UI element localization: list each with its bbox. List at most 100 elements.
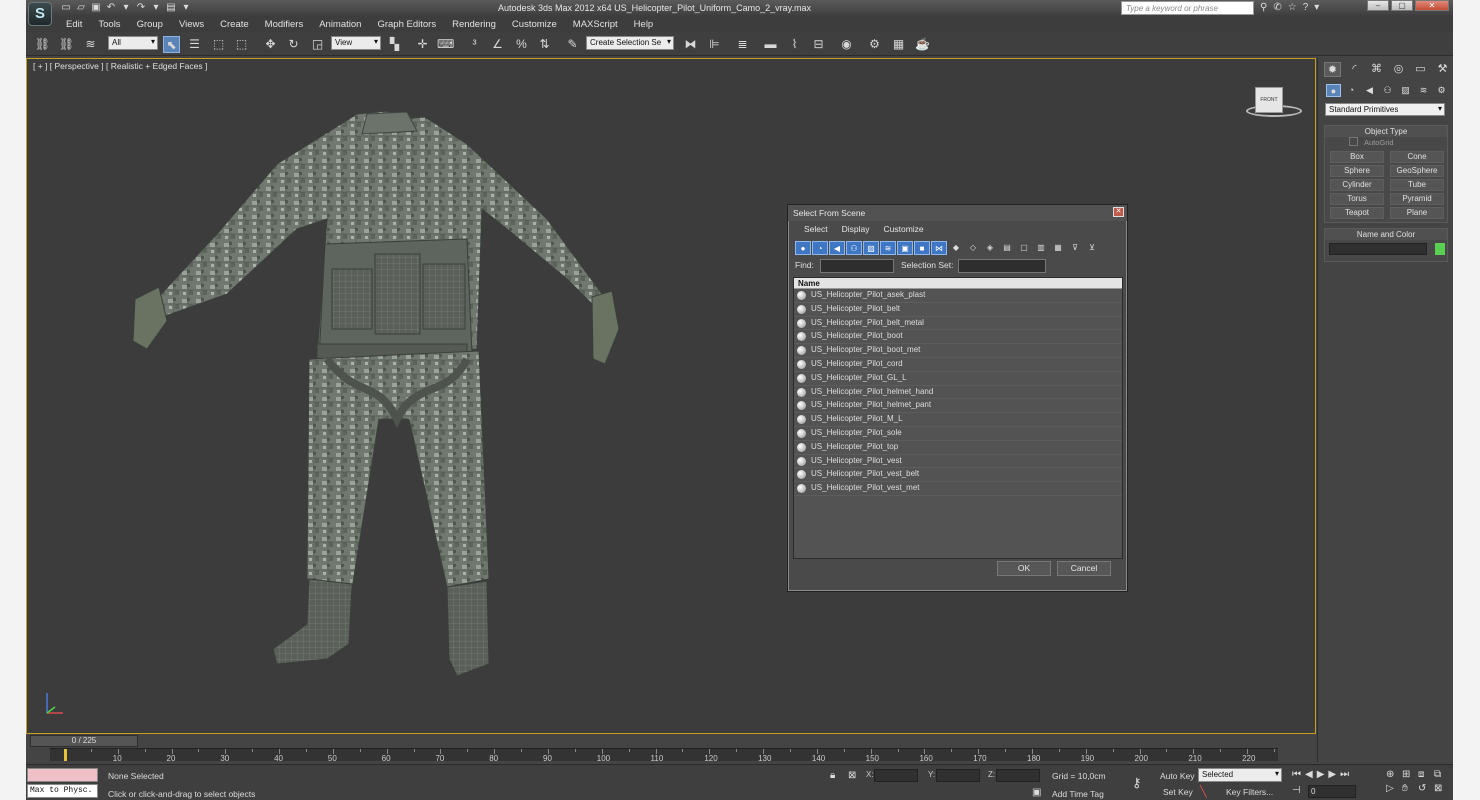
auto-key-button[interactable]: Auto Key — [1160, 771, 1195, 781]
display-space-warps-icon[interactable]: ≋ — [880, 241, 896, 255]
x-coordinate-field[interactable] — [874, 769, 918, 782]
list-item[interactable]: US_Helicopter_Pilot_vest_belt — [794, 468, 1122, 483]
redo-icon[interactable]: ↷ — [135, 2, 147, 14]
previous-frame-icon[interactable]: ◀ — [1305, 769, 1313, 780]
filter-icon[interactable]: ⊽ — [1067, 241, 1083, 255]
list-item[interactable]: US_Helicopter_Pilot_cord — [794, 358, 1122, 372]
create-tab-icon[interactable]: ✹ — [1324, 62, 1341, 77]
track-bar[interactable]: 10 20 30 40 50 60 70 80 90 100 110 120 130 140 150 160 1… — [50, 748, 1278, 763]
cameras-icon[interactable]: ⚇ — [1380, 84, 1395, 97]
current-frame-marker[interactable] — [64, 749, 67, 761]
systems-icon[interactable]: ⚙ — [1434, 84, 1449, 97]
menu-help[interactable]: Help — [634, 17, 654, 32]
menu-modifiers[interactable]: Modifiers — [265, 17, 304, 32]
orbit-icon[interactable]: ↺ — [1418, 783, 1432, 794]
rectangular-selection-icon[interactable]: ⬚ — [210, 36, 227, 53]
field-of-view-icon[interactable]: ▷ — [1386, 783, 1400, 794]
list-item[interactable]: US_Helicopter_Pilot_M_L — [794, 413, 1122, 427]
material-editor-icon[interactable]: ◉ — [838, 36, 855, 53]
time-slider[interactable]: 0 / 225 — [30, 735, 138, 747]
z-coordinate-field[interactable] — [996, 769, 1040, 782]
dialog-close-button[interactable]: ✕ — [1113, 207, 1124, 217]
primitive-category-dropdown[interactable]: Standard Primitives — [1325, 103, 1445, 116]
link-icon[interactable]: ⛓ — [34, 36, 51, 53]
geometry-icon[interactable]: ● — [1326, 84, 1341, 97]
undo-icon[interactable]: ↶ — [105, 2, 117, 14]
zoom-icon[interactable]: ⊕ — [1386, 769, 1400, 780]
rendered-frame-icon[interactable]: ▦ — [890, 36, 907, 53]
set-key-pen-icon[interactable]: ╲ — [1200, 785, 1207, 798]
maximize-button[interactable]: ▢ — [1391, 0, 1413, 11]
selection-set-dropdown[interactable] — [958, 259, 1046, 273]
find-input[interactable] — [820, 259, 894, 273]
display-shapes-icon[interactable]: ◔ — [812, 241, 828, 255]
display-invert-icon[interactable]: ◈ — [982, 241, 998, 255]
motion-tab-icon[interactable]: ◎ — [1390, 62, 1407, 77]
menu-edit[interactable]: Edit — [66, 17, 82, 32]
rotate-icon[interactable]: ↻ — [285, 36, 302, 53]
redo-dropdown-icon[interactable]: ▾ — [150, 2, 162, 14]
find-case-sensitive-icon[interactable]: ⊻ — [1084, 241, 1100, 255]
graphite-ribbon-icon[interactable]: ▬ — [762, 36, 779, 53]
key-filters-button[interactable]: Key Filters... — [1226, 787, 1273, 797]
pan-icon[interactable]: ✋︎ — [1402, 783, 1416, 794]
geosphere-button[interactable]: GeoSphere — [1390, 165, 1444, 177]
menu-customize[interactable]: Customize — [512, 17, 557, 32]
app-logo-icon[interactable]: S — [28, 2, 52, 26]
display-geometry-icon[interactable]: ● — [795, 241, 811, 255]
display-helpers-icon[interactable]: ▨ — [863, 241, 879, 255]
key-icon[interactable]: ⚷ — [1132, 775, 1142, 791]
menu-animation[interactable]: Animation — [319, 17, 361, 32]
next-frame-icon[interactable]: ▶ — [1328, 769, 1336, 780]
zoom-extents-all-icon[interactable]: ⧉ — [1434, 769, 1448, 780]
select-none-icon[interactable]: ▢ — [1016, 241, 1032, 255]
lock-selection-icon[interactable]: 🔒︎ — [830, 770, 835, 781]
window-crossing-icon[interactable]: ⬚ — [233, 36, 250, 53]
list-item[interactable]: US_Helicopter_Pilot_vest — [794, 455, 1122, 469]
display-lights-icon[interactable]: ◀ — [829, 241, 845, 255]
cancel-button[interactable]: Cancel — [1057, 561, 1111, 576]
list-item[interactable]: US_Helicopter_Pilot_helmet_hand — [794, 386, 1122, 400]
menu-views[interactable]: Views — [179, 17, 204, 32]
sphere-button[interactable]: Sphere — [1330, 165, 1384, 177]
menu-rendering[interactable]: Rendering — [452, 17, 496, 32]
sync-selection-icon[interactable]: ▦ — [1050, 241, 1066, 255]
bind-space-warp-icon[interactable]: ≋ — [82, 36, 99, 53]
scale-icon[interactable]: ◲ — [309, 36, 326, 53]
menu-maxscript[interactable]: MAXScript — [573, 17, 618, 32]
list-item[interactable]: US_Helicopter_Pilot_boot_met — [794, 344, 1122, 358]
modify-tab-icon[interactable]: ◜ — [1346, 62, 1363, 77]
schematic-view-icon[interactable]: ⊟ — [810, 36, 827, 53]
set-key-button[interactable]: Set Key — [1163, 787, 1193, 797]
menu-group[interactable]: Group — [137, 17, 163, 32]
autogrid-checkbox[interactable]: AutoGrid — [1325, 137, 1447, 149]
key-mode-dropdown[interactable]: Selected — [1198, 768, 1282, 782]
cone-button[interactable]: Cone — [1390, 151, 1444, 163]
shapes-icon[interactable]: ◔ — [1344, 84, 1359, 97]
helpers-icon[interactable]: ▨ — [1398, 84, 1413, 97]
list-item[interactable]: US_Helicopter_Pilot_helmet_pant — [794, 399, 1122, 414]
close-button[interactable]: ✕ — [1415, 0, 1449, 11]
angle-snap-icon[interactable]: ∠ — [489, 36, 506, 53]
hierarchy-tab-icon[interactable]: ⌘ — [1368, 62, 1385, 77]
list-item[interactable]: US_Helicopter_Pilot_belt_metal — [794, 317, 1122, 331]
display-tab-icon[interactable]: ▭ — [1412, 62, 1429, 77]
selection-filter-dropdown[interactable]: All — [108, 36, 158, 50]
object-type-header[interactable]: Object Type — [1325, 126, 1447, 137]
go-to-start-icon[interactable]: ⏮ — [1292, 769, 1301, 780]
zoom-all-icon[interactable]: ⊞ — [1402, 769, 1416, 780]
unlink-icon[interactable]: ⛓ — [58, 36, 75, 53]
select-all-icon[interactable]: ▤ — [999, 241, 1015, 255]
open-file-icon[interactable]: ▱ — [75, 2, 87, 14]
display-all-icon[interactable]: ◆ — [948, 241, 964, 255]
project-folder-icon[interactable]: ▤ — [165, 2, 177, 14]
keyboard-shortcut-icon[interactable]: ⌨ — [437, 36, 454, 53]
select-by-name-icon[interactable]: ☰ — [186, 36, 203, 53]
ok-button[interactable]: OK — [997, 561, 1051, 576]
name-and-color-header[interactable]: Name and Color — [1325, 229, 1447, 240]
maxscript-listener-result[interactable] — [27, 768, 98, 782]
y-coordinate-field[interactable] — [936, 769, 980, 782]
plane-button[interactable]: Plane — [1390, 207, 1444, 219]
menu-graph-editors[interactable]: Graph Editors — [377, 17, 436, 32]
binoculars-icon[interactable]: ⚲ — [1260, 2, 1267, 13]
